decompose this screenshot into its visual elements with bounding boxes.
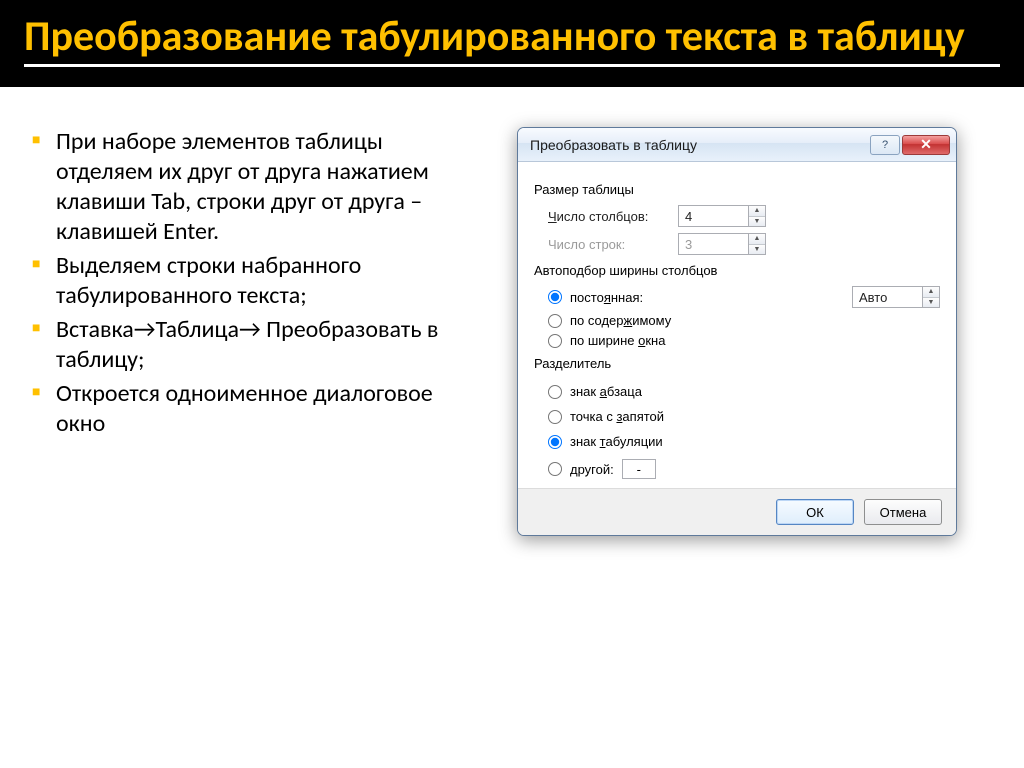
title-underline [24,64,1000,67]
spinner-down-icon[interactable]: ▼ [749,217,765,227]
autofit-content-row: по содержимому [548,313,940,328]
spinner-up-icon[interactable]: ▲ [749,206,765,217]
spinner-down-icon[interactable]: ▼ [923,298,939,308]
columns-label: Число столбцов: [548,209,668,224]
separator-options: знак абзаца точка с запятой знак табуляц… [534,379,940,484]
spinner-down-icon: ▼ [749,245,765,255]
columns-input[interactable] [678,205,748,227]
list-item: Выделяем строки набранного табулированно… [30,251,450,311]
sep-other-input[interactable] [622,459,656,479]
slide-title: Преобразование табулированного текста в … [24,14,1000,60]
columns-spinner[interactable]: ▲ ▼ [678,205,766,227]
spinner-up-icon[interactable]: ▲ [923,287,939,298]
slide-body: При наборе элементов таблицы отделяем их… [0,87,1024,566]
slide-header: Преобразование табулированного текста в … [0,0,1024,87]
sep-semicolon-label: точка с запятой [570,409,664,424]
group-separator: Разделитель [534,356,940,371]
sep-tab-row: знак табуляции [548,434,751,449]
right-column: Преобразовать в таблицу ? ✕ Размер табли… [480,127,994,536]
autofit-value-spinner[interactable]: ▲ ▼ [852,286,940,308]
list-item: Откроется одноименное диалоговое окно [30,379,450,439]
rows-label: Число строк: [548,237,668,252]
sep-semicolon-row: точка с запятой [548,409,751,424]
sep-paragraph-radio[interactable] [548,385,562,399]
rows-row: Число строк: ▲ ▼ [548,233,940,255]
rows-spinner: ▲ ▼ [678,233,766,255]
sep-tab-label: знак табуляции [570,434,663,449]
help-button[interactable]: ? [870,135,900,155]
columns-row: Число столбцов: ▲ ▼ [548,205,940,227]
sep-other-label: другой: [570,462,614,477]
convert-to-table-dialog: Преобразовать в таблицу ? ✕ Размер табли… [517,127,957,536]
close-button[interactable]: ✕ [902,135,950,155]
autofit-fixed-label: постоянная: [570,290,643,305]
autofit-fixed-row: постоянная: ▲ ▼ [548,286,940,308]
sep-tab-radio[interactable] [548,435,562,449]
spinner-arrows[interactable]: ▲ ▼ [748,205,766,227]
dialog-title: Преобразовать в таблицу [530,137,697,153]
sep-paragraph-row: знак абзаца [548,384,751,399]
rows-input [678,233,748,255]
dialog-footer: ОК Отмена [518,488,956,535]
cancel-button[interactable]: Отмена [864,499,942,525]
autofit-window-row: по ширине окна [548,333,940,348]
sep-other-radio[interactable] [548,462,562,476]
sep-semicolon-radio[interactable] [548,410,562,424]
bullet-list: При наборе элементов таблицы отделяем их… [30,127,450,439]
sep-paragraph-label: знак абзаца [570,384,642,399]
dialog-body: Размер таблицы Число столбцов: ▲ ▼ Число… [518,162,956,488]
sep-other-row: другой: [548,459,751,479]
autofit-window-label: по ширине окна [570,333,665,348]
list-item: При наборе элементов таблицы отделяем их… [30,127,450,247]
window-controls: ? ✕ [870,135,950,155]
dialog-titlebar[interactable]: Преобразовать в таблицу ? ✕ [518,128,956,162]
autofit-value-input[interactable] [852,286,922,308]
left-column: При наборе элементов таблицы отделяем их… [30,127,450,536]
spinner-up-icon: ▲ [749,234,765,245]
autofit-content-radio[interactable] [548,314,562,328]
autofit-window-radio[interactable] [548,334,562,348]
autofit-content-label: по содержимому [570,313,671,328]
spinner-arrows: ▲ ▼ [748,233,766,255]
ok-button[interactable]: ОК [776,499,854,525]
autofit-fixed-radio[interactable] [548,290,562,304]
group-autofit: Автоподбор ширины столбцов [534,263,940,278]
group-table-size: Размер таблицы [534,182,940,197]
list-item: Вставка→Таблица→ Преобразовать в таблицу… [30,315,450,375]
spinner-arrows[interactable]: ▲ ▼ [922,286,940,308]
